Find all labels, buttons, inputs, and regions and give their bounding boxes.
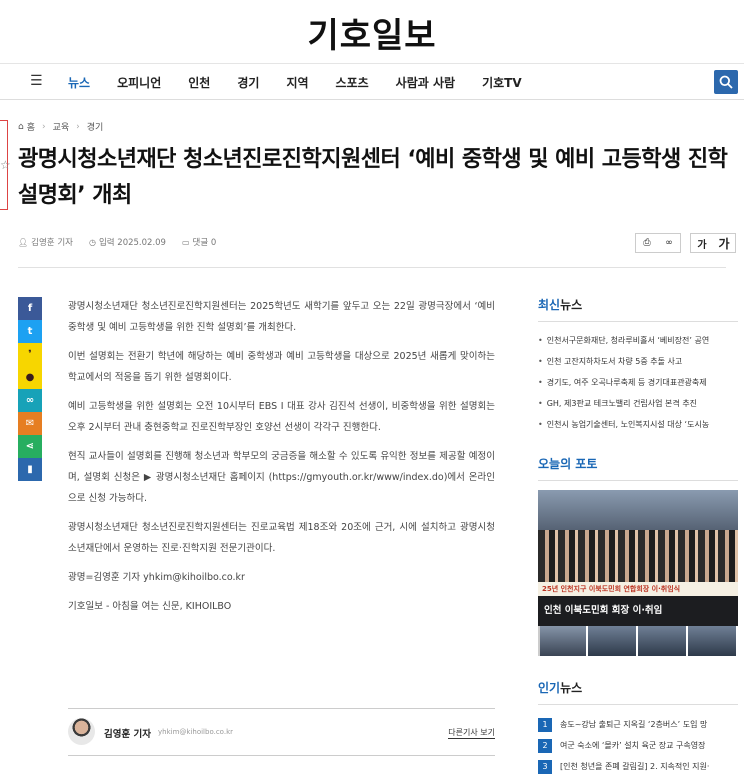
print-icon[interactable]: ⎙: [636, 234, 658, 252]
site-logo[interactable]: 기호일보: [0, 8, 744, 57]
link-copy-icon[interactable]: ∞: [18, 389, 42, 412]
article-paragraph: 예비 고등학생을 위한 설명회는 오전 10시부터 EBS I 대표 강사 김진…: [68, 401, 495, 433]
nav-items: 뉴스 오피니언 인천 경기 지역 스포츠 사람과 사람 기호TV: [68, 74, 549, 91]
nav-item[interactable]: 경기: [237, 74, 259, 91]
comments-meta[interactable]: ▭ 댓글 0: [181, 236, 217, 249]
latest-title-rest: 뉴스: [560, 298, 583, 312]
publish-date: 입력 2025.02.09: [98, 238, 166, 248]
font-increase-button[interactable]: 가: [713, 234, 735, 252]
latest-news-item[interactable]: 인천 고잔지하차도서 차량 5중 추돌 사고: [538, 351, 738, 372]
breadcrumb-category[interactable]: 교육: [53, 120, 70, 133]
nav-item[interactable]: 기호TV: [482, 74, 522, 91]
article-body: 광명시청소년재단 청소년진로진학지원센터는 2025학년도 새학기를 앞두고 오…: [68, 296, 495, 625]
latest-news-title[interactable]: 최신뉴스: [538, 296, 738, 322]
divider: [18, 267, 726, 268]
photo-thumbnail[interactable]: [638, 626, 688, 656]
popular-news-item[interactable]: 2 여군 숙소에 ‘몰카’ 설치 육군 장교 구속영장: [538, 735, 738, 756]
article-paragraph: 광명시청소년재단 청소년진로진학지원센터는 2025학년도 새학기를 앞두고 오…: [68, 301, 495, 333]
date-meta: ◷ 입력 2025.02.09: [88, 236, 166, 249]
article-paragraph: 이번 설명회는 전환기 학년에 해당하는 예비 중학생과 예비 고등학생을 대상…: [68, 351, 495, 383]
slogan-line: 기호일보 - 아침을 여는 신문, KIHOILBO: [68, 601, 232, 612]
reporter-line: 광명=김영훈 기자 yhkim@kihoilbo.co.kr: [68, 572, 245, 583]
kakaotalk-icon[interactable]: ●: [18, 366, 42, 389]
rank-badge: 1: [538, 717, 552, 732]
breadcrumb: ⌂ 홈 › 교육 › 경기: [18, 120, 104, 134]
kakaostory-icon[interactable]: ❜: [18, 343, 42, 366]
article-paragraph: 현직 교사들이 설명회를 진행해 청소년과 학부모의 궁금증을 해소할 수 있도…: [68, 451, 495, 504]
clock-icon: ◷: [88, 237, 96, 247]
bookmark-icon[interactable]: ▮: [18, 458, 42, 481]
popular-news-item[interactable]: 3 [인천 청년을 존폐 갈림길] 2. 지속적인 지원·: [538, 756, 738, 774]
share-icon[interactable]: ⋖: [18, 435, 42, 458]
share-bar: f t ❜ ● ∞ ✉ ⋖ ▮: [18, 297, 42, 481]
rank-badge: 2: [538, 738, 552, 753]
reporter-avatar: [68, 718, 95, 745]
popular-news-title[interactable]: 인기뉴스: [538, 679, 738, 705]
article-headline: 광명시청소년재단 청소년진로진학지원센터 ‘예비 중학생 및 예비 고등학생 진…: [18, 147, 728, 208]
today-photo-title[interactable]: 오늘의 포토: [538, 455, 738, 481]
reporter-email[interactable]: yhkim@kihoilbo.co.kr: [158, 728, 233, 736]
nav-item[interactable]: 사람과 사람: [396, 74, 455, 91]
popular-title-accent: 인기: [538, 681, 561, 695]
latest-title-accent: 최신: [538, 298, 561, 312]
photo-thumbnail[interactable]: [688, 626, 738, 656]
photo-crowd: [538, 530, 738, 585]
font-size-tools: 가 가: [690, 233, 736, 253]
photo-thumbnail[interactable]: [538, 626, 588, 656]
masthead: 기호일보: [0, 0, 744, 64]
photo-thumbnails: [538, 626, 738, 656]
nav-item[interactable]: 오피니언: [117, 74, 161, 91]
link-icon[interactable]: ∞: [658, 234, 680, 252]
breadcrumb-home[interactable]: 홈: [27, 120, 35, 133]
popular-news-text: [인천 청년을 존폐 갈림길] 2. 지속적인 지원·: [560, 762, 710, 771]
popular-news-item[interactable]: 1 송도~강남 출퇴근 지옥길 ‘2층버스’ 도입 망: [538, 714, 738, 735]
email-icon[interactable]: ✉: [18, 412, 42, 435]
reporter-name[interactable]: 김영훈 기자: [104, 726, 151, 740]
comment-icon: ▭: [181, 237, 190, 247]
article-paragraph: 광명시청소년재단 청소년진로진학지원센터는 진로교육법 제18조와 20조에 근…: [68, 522, 495, 554]
main-nav: ☰ 뉴스 오피니언 인천 경기 지역 스포츠 사람과 사람 기호TV: [0, 64, 744, 100]
nav-item[interactable]: 스포츠: [336, 74, 369, 91]
reporter-box: 김영훈 기자 yhkim@kihoilbo.co.kr 다른기사 보기: [68, 708, 495, 756]
today-photo[interactable]: 25년 인천지구 이북도민회 연합회장 이·취임식 인천 이북도민회 회장 이·…: [538, 490, 738, 656]
chevron-right-icon: ›: [42, 121, 46, 132]
popular-news-text: 송도~강남 출퇴근 지옥길 ‘2층버스’ 도입 망: [560, 720, 708, 729]
font-decrease-button[interactable]: 가: [691, 234, 713, 252]
rank-badge: 3: [538, 759, 552, 774]
sidebar-latest: 최신뉴스 인천서구문화재단, 청라루비홀서 ‘베비장전’ 공연 인천 고잔지하차…: [538, 296, 738, 435]
latest-news-list: 인천서구문화재단, 청라루비홀서 ‘베비장전’ 공연 인천 고잔지하차도서 차량…: [538, 330, 738, 435]
photo-thumbnail[interactable]: [588, 626, 638, 656]
latest-news-item[interactable]: 경기도, 여주 오곡나루축제 등 경기대표관광축제: [538, 372, 738, 393]
home-icon[interactable]: ⌂: [18, 122, 24, 132]
search-icon: [719, 75, 733, 89]
more-articles-link[interactable]: 다른기사 보기: [448, 727, 495, 739]
popular-news-list: 1 송도~강남 출퇴근 지옥길 ‘2층버스’ 도입 망 2 여군 숙소에 ‘몰카…: [538, 714, 738, 774]
search-button[interactable]: [714, 70, 738, 94]
latest-news-item[interactable]: GH, 제3판교 테크노밸리 건립사업 본격 추진: [538, 393, 738, 414]
comment-count: 댓글 0: [192, 238, 217, 248]
photo-banner-text: 25년 인천지구 이북도민회 연합회장 이·취임식: [538, 582, 738, 596]
photo-caption: 인천 이북도민회 회장 이·취임: [538, 596, 738, 626]
latest-news-item[interactable]: 인천서구문화재단, 청라루비홀서 ‘베비장전’ 공연: [538, 330, 738, 351]
user-icon: 👤︎: [18, 237, 29, 247]
nav-item[interactable]: 뉴스: [68, 74, 90, 91]
breadcrumb-subcategory[interactable]: 경기: [87, 120, 104, 133]
hamburger-menu-icon[interactable]: ☰: [30, 73, 43, 89]
nav-item[interactable]: 인천: [188, 74, 210, 91]
star-icon[interactable]: ☆: [0, 158, 11, 172]
facebook-icon[interactable]: f: [18, 297, 42, 320]
popular-title-rest: 뉴스: [560, 681, 583, 695]
popular-news-text: 여군 숙소에 ‘몰카’ 설치 육군 장교 구속영장: [560, 741, 706, 750]
nav-item[interactable]: 지역: [286, 74, 308, 91]
latest-news-item[interactable]: 인천시 농업기술센터, 노인복지시설 대상 ‘도시농: [538, 414, 738, 435]
author-meta: 👤︎ 김영훈 기자: [18, 236, 73, 249]
article-tools: ⎙ ∞: [635, 233, 681, 253]
twitter-icon[interactable]: t: [18, 320, 42, 343]
author-name: 김영훈 기자: [31, 238, 73, 248]
chevron-right-icon: ›: [76, 121, 80, 132]
article-meta: 👤︎ 김영훈 기자 ◷ 입력 2025.02.09 ▭ 댓글 0: [18, 236, 232, 249]
